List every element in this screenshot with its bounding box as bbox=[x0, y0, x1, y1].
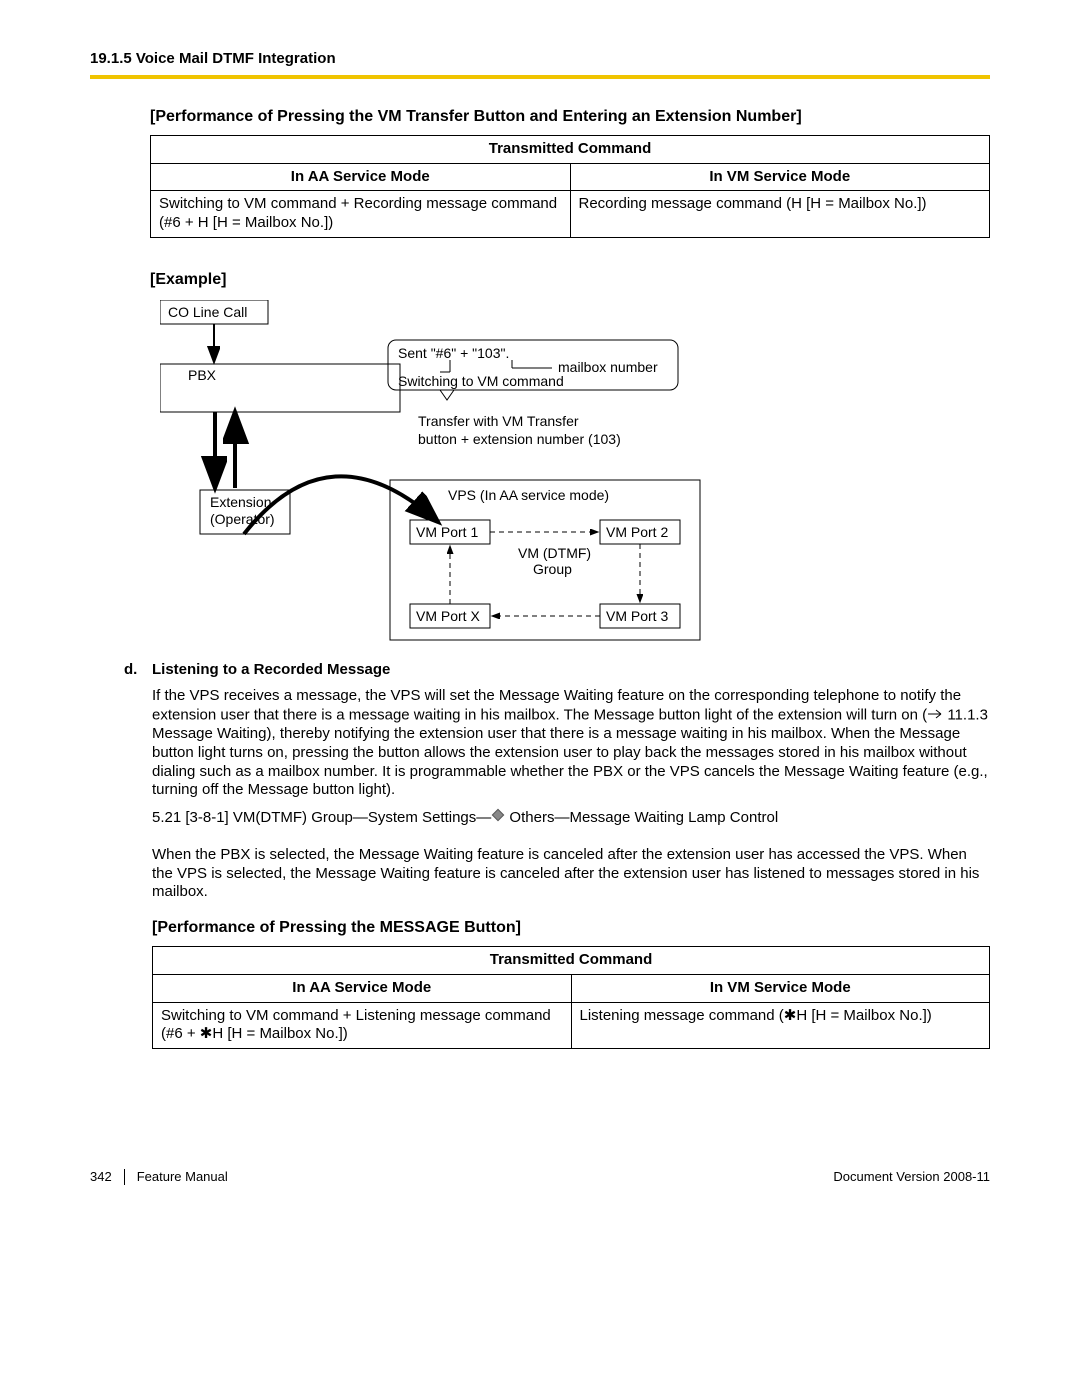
extension-label-1: Extension bbox=[210, 494, 271, 510]
th-transmitted: Transmitted Command bbox=[151, 135, 990, 163]
th-aa-mode: In AA Service Mode bbox=[151, 163, 571, 191]
vm-dtmf-line2: Group bbox=[533, 561, 572, 577]
footer-title: Feature Manual bbox=[125, 1169, 834, 1185]
co-line-label: CO Line Call bbox=[168, 304, 247, 320]
transfer-line-1: Transfer with VM Transfer bbox=[418, 413, 579, 429]
td-aa-mode-2: Switching to VM command + Listening mess… bbox=[153, 1002, 572, 1049]
item-d-paragraph-3: When the PBX is selected, the Message Wa… bbox=[152, 846, 990, 902]
td-vm-mode: Recording message command (H [H = Mailbo… bbox=[570, 191, 990, 238]
section1-title: [Performance of Pressing the VM Transfer… bbox=[150, 107, 990, 127]
table-row: In AA Service Mode In VM Service Mode bbox=[153, 974, 990, 1002]
section2-title: [Performance of Pressing the MESSAGE But… bbox=[152, 918, 990, 938]
switching-vm-label: Switching to VM command bbox=[398, 373, 564, 389]
footer-version: Document Version 2008-11 bbox=[833, 1169, 990, 1185]
table-row: Transmitted Command bbox=[153, 947, 990, 975]
page: 19.1.5 Voice Mail DTMF Integration [Perf… bbox=[0, 0, 1080, 1225]
table-transmitted-command-1: Transmitted Command In AA Service Mode I… bbox=[150, 135, 990, 238]
mailbox-number-label: mailbox number bbox=[558, 359, 658, 375]
list-item-d: d. Listening to a Recorded Message If th… bbox=[124, 661, 990, 1050]
table-row: In AA Service Mode In VM Service Mode bbox=[151, 163, 990, 191]
th-transmitted-2: Transmitted Command bbox=[153, 947, 990, 975]
list-marker: d. bbox=[124, 661, 142, 1050]
right-arrow-icon bbox=[927, 706, 943, 725]
vm-port-2-label: VM Port 2 bbox=[606, 524, 668, 540]
sent-text: Sent "#6" + "103". bbox=[398, 345, 509, 361]
p2-part-a: 5.21 [3-8-1] VM(DTMF) Group—System Setti… bbox=[152, 809, 491, 826]
vm-port-3-label: VM Port 3 bbox=[606, 608, 668, 624]
td-vm-mode-2: Listening message command (✱H [H = Mailb… bbox=[571, 1002, 990, 1049]
item-d-paragraph-2: 5.21 [3-8-1] VM(DTMF) Group—System Setti… bbox=[152, 808, 990, 828]
th-vm-mode-2: In VM Service Mode bbox=[571, 974, 990, 1002]
pbx-label: PBX bbox=[188, 367, 217, 383]
content: [Performance of Pressing the VM Transfer… bbox=[150, 107, 990, 1049]
diagram-svg: CO Line Call PBX Extension (Operator) Se… bbox=[160, 300, 820, 645]
speech-tail bbox=[440, 390, 454, 400]
item-d-paragraph-1: If the VPS receives a message, the VPS w… bbox=[152, 687, 990, 800]
diamond-icon bbox=[491, 808, 505, 828]
page-section-header: 19.1.5 Voice Mail DTMF Integration bbox=[90, 50, 990, 69]
vm-port-x-label: VM Port X bbox=[416, 608, 480, 624]
p2-part-b: Others—Message Waiting Lamp Control bbox=[505, 809, 778, 826]
item-d-heading: Listening to a Recorded Message bbox=[152, 661, 390, 678]
table-transmitted-command-2: Transmitted Command In AA Service Mode I… bbox=[152, 946, 990, 1049]
transfer-line-2: button + extension number (103) bbox=[418, 431, 621, 447]
table-row: Switching to VM command + Listening mess… bbox=[153, 1002, 990, 1049]
th-aa-mode-2: In AA Service Mode bbox=[153, 974, 572, 1002]
page-footer: 342 Feature Manual Document Version 2008… bbox=[90, 1169, 990, 1185]
vm-dtmf-line1: VM (DTMF) bbox=[518, 545, 591, 561]
p1-part-a: If the VPS receives a message, the VPS w… bbox=[152, 687, 961, 723]
page-number: 342 bbox=[90, 1169, 125, 1185]
vm-port-1-label: VM Port 1 bbox=[416, 524, 478, 540]
table-row: Transmitted Command bbox=[151, 135, 990, 163]
example-heading: [Example] bbox=[150, 270, 990, 290]
td-aa-mode: Switching to VM command + Recording mess… bbox=[151, 191, 571, 238]
vps-title: VPS (In AA service mode) bbox=[448, 487, 609, 503]
th-vm-mode: In VM Service Mode bbox=[570, 163, 990, 191]
table-row: Switching to VM command + Recording mess… bbox=[151, 191, 990, 238]
example-diagram: CO Line Call PBX Extension (Operator) Se… bbox=[160, 300, 990, 651]
yellow-divider bbox=[90, 75, 990, 79]
